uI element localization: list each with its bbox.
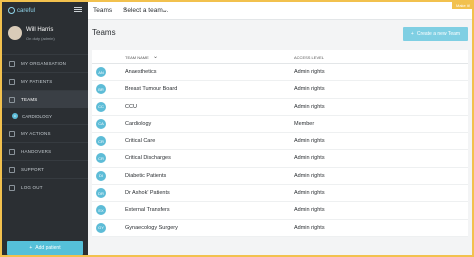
sidebar-item-my-patients[interactable]: MY PATIENTS xyxy=(2,72,88,90)
page-title: Teams xyxy=(92,28,116,37)
access-level: Admin rights xyxy=(294,138,325,145)
sidebar-item-log-out[interactable]: LOG OUT xyxy=(2,178,88,196)
team-name: Anaesthetics xyxy=(125,69,157,75)
user-name: Will Harris xyxy=(26,27,54,33)
sidebar-item-handovers[interactable]: HANDOVERS xyxy=(2,142,88,160)
access-level: Admin rights xyxy=(294,103,325,110)
sidebar-item-label: HANDOVERS xyxy=(21,149,52,154)
sidebar-nav: MY ORGANISATION MY PATIENTS TEAMS C CARD… xyxy=(2,54,88,196)
brand-logo[interactable]: careful xyxy=(8,7,35,14)
sidebar-subitem-cardiology[interactable]: C CARDIOLOGY xyxy=(2,108,88,124)
table-row[interactable]: CC CCU Admin rights xyxy=(92,99,468,116)
team-name: Critical Care xyxy=(125,138,156,145)
careful-logo-icon xyxy=(8,7,15,14)
top-bar: Teams › Select a team... ⌄ Make it! xyxy=(88,2,472,20)
sidebar: careful Will Harris On duty (admin) MY O… xyxy=(2,2,88,255)
access-level: Admin rights xyxy=(294,155,325,162)
avatar xyxy=(8,26,22,40)
breadcrumb-teams[interactable]: Teams xyxy=(93,7,112,14)
teams-table: TEAM NAME ⌄ ACCESS LEVEL AN Anaesthetics A… xyxy=(92,50,468,237)
column-header-team-name[interactable]: TEAM NAME xyxy=(125,55,149,60)
access-level: Admin rights xyxy=(294,190,325,197)
status-badge: Make it! xyxy=(451,2,472,9)
team-name: Gynaecology Surgery xyxy=(125,224,178,231)
team-initial-badge: DR xyxy=(96,188,106,199)
sidebar-item-label: MY ORGANISATION xyxy=(21,61,67,66)
team-initial-badge: CR xyxy=(96,153,106,164)
sidebar-item-label: SUPPORT xyxy=(21,167,45,172)
patients-icon xyxy=(9,78,15,85)
team-initial-badge: CA xyxy=(96,118,106,129)
user-profile[interactable]: Will Harris On duty (admin) xyxy=(2,24,88,48)
main-content: Teams + Create a new Team TEAM NAME ⌄ AC… xyxy=(88,20,472,255)
sidebar-subitem-label: CARDIOLOGY xyxy=(22,113,53,119)
logout-icon xyxy=(9,184,15,191)
sidebar-item-support[interactable]: SUPPORT xyxy=(2,160,88,178)
table-row[interactable]: BR Breast Tumour Board Admin rights xyxy=(92,81,468,99)
sidebar-item-label: MY PATIENTS xyxy=(21,79,53,84)
team-name: Critical Discharges xyxy=(125,155,171,162)
plus-icon: + xyxy=(29,245,33,251)
sidebar-item-label: LOG OUT xyxy=(21,185,43,190)
team-name: Dr Ashok' Patients xyxy=(125,190,170,197)
access-level: Admin rights xyxy=(294,172,325,179)
app-window: careful Will Harris On duty (admin) MY O… xyxy=(0,0,474,257)
user-status: On duty (admin) xyxy=(26,36,55,41)
table-row[interactable]: EX External Transfers Admin rights xyxy=(92,202,468,220)
team-initial-badge: BR xyxy=(96,84,106,95)
add-patient-button[interactable]: + Add patient xyxy=(7,241,83,255)
table-row[interactable]: CR Critical Care Admin rights xyxy=(92,133,468,151)
table-row[interactable]: CR Critical Discharges Admin rights xyxy=(92,150,468,168)
access-level: Member xyxy=(294,120,315,127)
table-row[interactable]: CA Cardiology Member xyxy=(92,116,468,134)
access-level: Admin rights xyxy=(294,224,325,231)
team-initial-badge: CR xyxy=(96,136,106,147)
actions-icon xyxy=(9,130,15,137)
team-initial-badge: DI xyxy=(96,170,106,181)
team-name: Breast Tumour Board xyxy=(125,86,178,93)
table-header: TEAM NAME ⌄ ACCESS LEVEL xyxy=(92,50,468,64)
team-initial-badge: GY xyxy=(96,222,106,233)
access-level: Admin rights xyxy=(294,86,325,93)
table-row[interactable]: DR Dr Ashok' Patients Admin rights xyxy=(92,185,468,203)
team-name: Cardiology xyxy=(125,120,152,127)
table-row[interactable]: GY Gynaecology Surgery Admin rights xyxy=(92,220,468,237)
table-body: AN Anaesthetics Admin rights BR Breast Tumou… xyxy=(92,64,468,237)
support-icon xyxy=(9,166,15,173)
handover-icon xyxy=(9,148,15,155)
plus-icon: + xyxy=(410,31,414,37)
team-initial-badge: CC xyxy=(96,101,106,112)
sidebar-item-teams[interactable]: TEAMS xyxy=(2,90,88,108)
building-icon xyxy=(9,60,15,67)
access-level: Admin rights xyxy=(294,69,325,75)
team-initial-badge: C xyxy=(12,113,18,119)
sidebar-item-label: MY ACTIONS xyxy=(21,131,51,136)
brand-name: careful xyxy=(17,7,36,14)
sidebar-item-my-organisation[interactable]: MY ORGANISATION xyxy=(2,54,88,72)
sidebar-item-my-actions[interactable]: MY ACTIONS xyxy=(2,124,88,142)
table-row[interactable]: DI Diabetic Patients Admin rights xyxy=(92,168,468,186)
create-team-label: Create a new Team xyxy=(416,31,461,37)
team-name: CCU xyxy=(125,103,137,110)
column-header-access-level: ACCESS LEVEL xyxy=(294,55,325,60)
team-initial-badge: EX xyxy=(96,205,106,216)
team-name: Diabetic Patients xyxy=(125,172,167,179)
team-name: External Transfers xyxy=(125,207,170,214)
chevron-down-icon[interactable]: ⌄ xyxy=(162,6,168,14)
sidebar-item-label: TEAMS xyxy=(21,97,38,102)
team-initial-badge: AN xyxy=(96,67,106,77)
menu-collapse-icon[interactable] xyxy=(74,6,82,14)
sort-chevron-icon[interactable]: ⌄ xyxy=(153,53,158,60)
add-patient-label: Add patient xyxy=(35,245,61,251)
create-team-button[interactable]: + Create a new Team xyxy=(403,27,468,41)
teams-icon xyxy=(9,96,15,103)
access-level: Admin rights xyxy=(294,207,325,214)
table-row[interactable]: AN Anaesthetics Admin rights xyxy=(92,64,468,82)
